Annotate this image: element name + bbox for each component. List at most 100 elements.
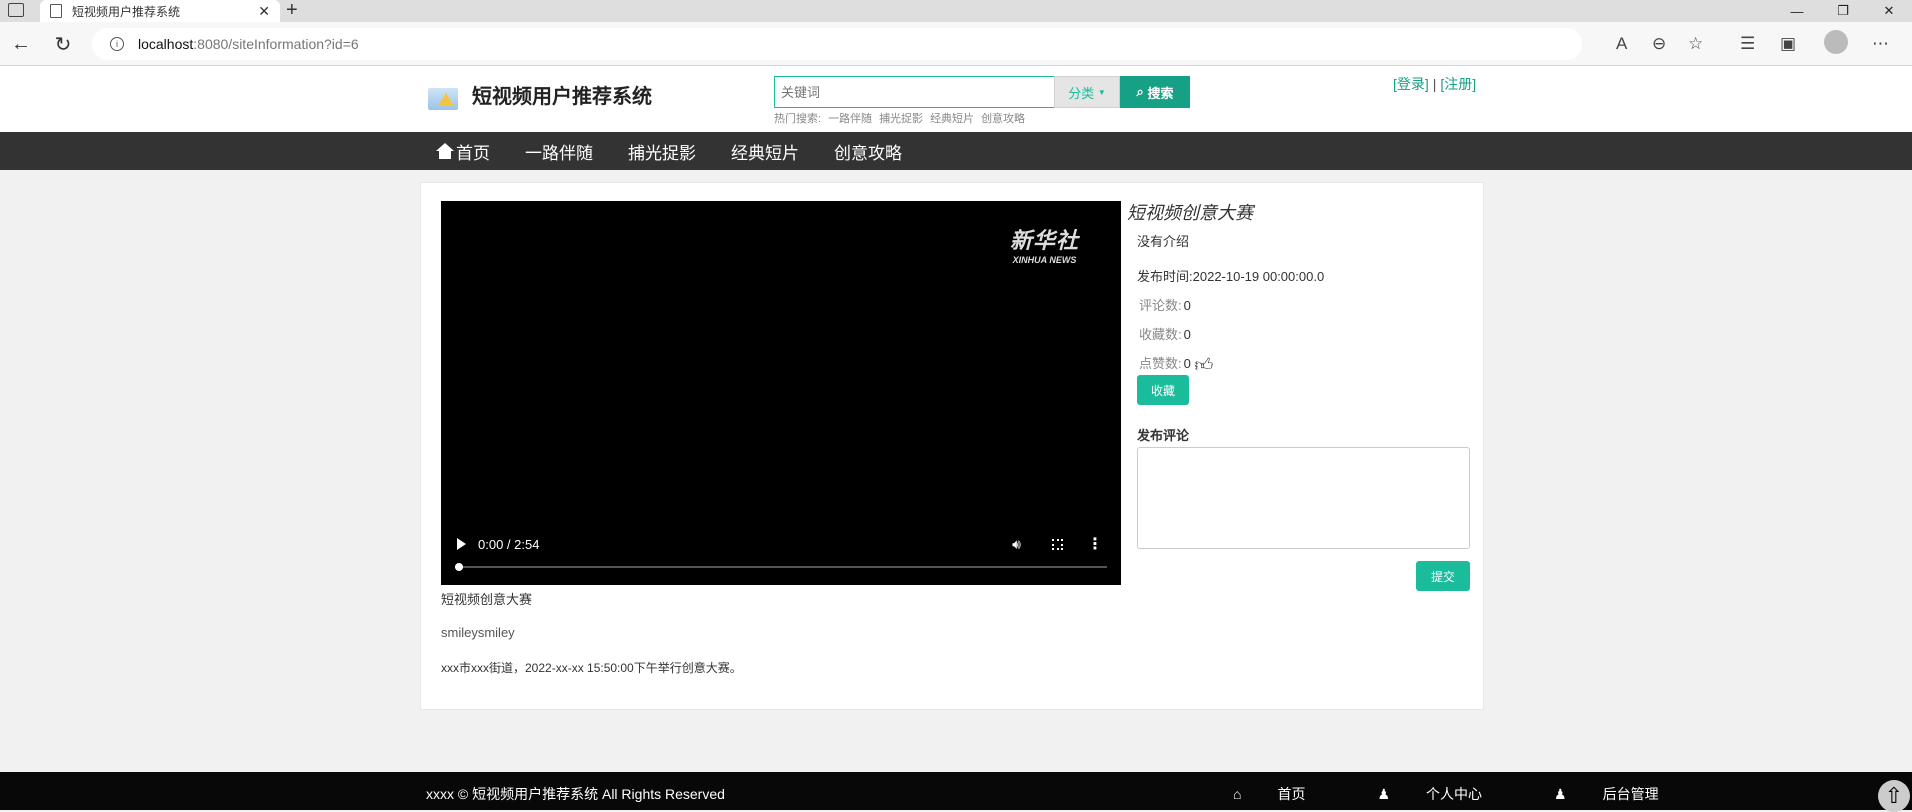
auth-links: [登录] | [注册] bbox=[1393, 74, 1476, 94]
submit-button[interactable]: 提交 bbox=[1416, 561, 1470, 591]
copyright: xxxx © 短视频用户推荐系统 All Rights Reserved bbox=[426, 786, 725, 802]
tab-title: 短视频用户推荐系统 bbox=[72, 4, 181, 19]
comment-count: 评论数: 0 bbox=[1139, 295, 1324, 314]
back-to-top-icon[interactable]: ⇧ bbox=[1878, 780, 1910, 812]
search-button-label: 搜索 bbox=[1147, 85, 1174, 101]
footer-link-label: 后台管理 bbox=[1602, 786, 1659, 802]
info-column: 短视频创意大赛 没有介绍 发布时间:2022-10-19 00:00:00.0 … bbox=[1127, 199, 1324, 376]
register-link[interactable]: [注册] bbox=[1440, 76, 1476, 92]
site-info-icon[interactable]: i bbox=[110, 37, 124, 51]
watermark-en: XINHUA NEWS bbox=[1012, 255, 1077, 265]
video-description: xxx市xxx街道，2022-xx-xx 15:50:00下午举行创意大赛。 bbox=[441, 661, 742, 675]
like-count-value: 0 bbox=[1183, 356, 1191, 371]
video-time: 0:00 / 2:54 bbox=[478, 536, 540, 552]
collections-icon[interactable]: ▣ bbox=[1780, 34, 1796, 54]
smiley-image: smiley bbox=[477, 625, 515, 640]
new-tab-icon[interactable]: + bbox=[286, 0, 298, 22]
search-button[interactable]: ⌕ 搜索 bbox=[1120, 76, 1190, 108]
search-input[interactable] bbox=[774, 76, 1054, 108]
url-host: localhost bbox=[138, 36, 194, 52]
favorite-count-label: 收藏数: bbox=[1139, 327, 1182, 342]
like-count-label: 点赞数: bbox=[1139, 356, 1182, 371]
zoom-out-icon[interactable]: ⊖ bbox=[1652, 34, 1666, 54]
thumbs-up-icon[interactable]: 👍︎ bbox=[1194, 354, 1213, 376]
nav-item-creative[interactable]: 创意攻略 bbox=[834, 139, 902, 164]
minimize-icon[interactable]: — bbox=[1774, 0, 1820, 22]
video-progress-handle[interactable] bbox=[455, 563, 463, 571]
smiley-image: smiley bbox=[441, 625, 478, 640]
info-title: 短视频创意大赛 bbox=[1127, 203, 1253, 223]
page-icon bbox=[50, 4, 62, 18]
close-tab-icon[interactable]: ✕ bbox=[258, 3, 270, 20]
favorite-count-value: 0 bbox=[1183, 327, 1191, 342]
footer-link-label: 首页 bbox=[1277, 786, 1306, 802]
profile-avatar[interactable] bbox=[1824, 30, 1848, 54]
site-logo bbox=[428, 88, 458, 110]
comment-label: 发布评论 bbox=[1137, 428, 1190, 443]
hot-label: 热门搜索: bbox=[774, 113, 822, 125]
video-caption: 短视频创意大赛 bbox=[441, 592, 533, 607]
favorites-icon[interactable]: ☰ bbox=[1740, 34, 1755, 54]
comment-count-value: 0 bbox=[1183, 298, 1191, 313]
video-progress[interactable] bbox=[455, 563, 1107, 571]
home-icon bbox=[436, 143, 454, 159]
browser-tab[interactable]: 短视频用户推荐系统 ✕ bbox=[40, 0, 280, 22]
browser-tabbar: 短视频用户推荐系统 ✕ + — ❐ ✕ bbox=[0, 0, 1912, 22]
comment-textarea[interactable] bbox=[1137, 447, 1470, 549]
nav-item-label: 首页 bbox=[456, 143, 490, 163]
more-menu-icon[interactable]: ⋯ bbox=[1872, 34, 1889, 54]
more-options-icon[interactable]: ⋮ bbox=[1087, 534, 1103, 554]
favorite-button[interactable]: 收藏 bbox=[1137, 375, 1189, 405]
footer-link-admin[interactable]: ♟ 后台管理 bbox=[1554, 784, 1695, 804]
video-controls: 0:00 / 2:54 🔊︎ ⋮ bbox=[441, 533, 1121, 555]
category-label: 分类 bbox=[1068, 85, 1095, 101]
auth-separator: | bbox=[1432, 76, 1437, 92]
publish-date-label: 发布时间: bbox=[1137, 269, 1193, 284]
volume-icon[interactable]: 🔊︎ bbox=[1012, 536, 1021, 553]
window-close-icon[interactable]: ✕ bbox=[1866, 0, 1912, 22]
caret-down-icon: ▼ bbox=[1097, 87, 1106, 97]
back-icon[interactable]: ← bbox=[10, 33, 32, 55]
nav-item-photography[interactable]: 捕光捉影 bbox=[628, 139, 696, 164]
address-toolbar: ← ↻ i localhost:8080/siteInformation?id=… bbox=[0, 22, 1912, 66]
user-icon: ♟ bbox=[1377, 786, 1391, 802]
search-icon: ⌕ bbox=[1136, 84, 1144, 99]
info-intro: 没有介绍 bbox=[1137, 234, 1190, 249]
hot-searches: 热门搜索: 一路伴随 捕光捉影 经典短片 创意攻略 bbox=[774, 110, 1025, 126]
footer-link-home[interactable]: ⌂ 首页 bbox=[1233, 784, 1341, 804]
add-favorite-icon[interactable]: ☆ bbox=[1688, 34, 1703, 54]
fullscreen-icon[interactable] bbox=[1052, 538, 1063, 550]
site-footer: xxxx © 短视频用户推荐系统 All Rights Reserved ⌂ 首页… bbox=[0, 772, 1912, 812]
comment-count-label: 评论数: bbox=[1139, 298, 1182, 313]
home-icon: ⌂ bbox=[1233, 786, 1242, 802]
tab-actions-icon[interactable] bbox=[8, 3, 24, 17]
watermark-cn: 新华社 bbox=[1009, 228, 1079, 253]
nav-item-classic[interactable]: 经典短片 bbox=[731, 139, 799, 164]
nav-item-companion[interactable]: 一路伴随 bbox=[525, 139, 593, 164]
refresh-icon[interactable]: ↻ bbox=[52, 33, 74, 56]
site-header: 短视频用户推荐系统 分类 ▼ ⌕ 搜索 热门搜索: 一路伴随 捕光捉影 经典短片… bbox=[0, 66, 1912, 132]
search-bar: 分类 ▼ ⌕ 搜索 bbox=[774, 76, 1190, 108]
play-icon[interactable] bbox=[457, 538, 466, 550]
hot-item[interactable]: 一路伴随 bbox=[828, 110, 872, 126]
window-controls: — ❐ ✕ bbox=[1774, 0, 1912, 22]
like-count: 点赞数: 0 👍︎ bbox=[1139, 353, 1324, 376]
main-nav: 首页 一路伴随 捕光捉影 经典短片 创意攻略 bbox=[0, 132, 1912, 170]
login-link[interactable]: [登录] bbox=[1393, 76, 1429, 92]
restore-icon[interactable]: ❐ bbox=[1820, 0, 1866, 22]
user-icon: ♟ bbox=[1554, 786, 1567, 802]
video-player[interactable]: 新华社 XINHUA NEWS 0:00 / 2:54 🔊︎ ⋮ bbox=[441, 201, 1121, 585]
hot-item[interactable]: 经典短片 bbox=[930, 110, 974, 126]
read-aloud-icon[interactable]: A bbox=[1616, 34, 1627, 54]
footer-links: ⌂ 首页 ♟ 个人中心 ♟ 后台管理 bbox=[1233, 784, 1731, 804]
url-bar[interactable]: i localhost:8080/siteInformation?id=6 bbox=[92, 28, 1582, 60]
hot-item[interactable]: 创意攻略 bbox=[981, 110, 1025, 126]
category-dropdown[interactable]: 分类 ▼ bbox=[1054, 76, 1120, 108]
publish-date: 发布时间:2022-10-19 00:00:00.0 bbox=[1137, 266, 1324, 285]
footer-link-profile[interactable]: ♟ 个人中心 bbox=[1377, 784, 1518, 804]
smiley-images: smileysmiley bbox=[441, 625, 515, 640]
hot-item[interactable]: 捕光捉影 bbox=[879, 110, 923, 126]
site-title: 短视频用户推荐系统 bbox=[472, 86, 652, 108]
nav-item-home[interactable]: 首页 bbox=[436, 139, 490, 164]
detail-panel: 新华社 XINHUA NEWS 0:00 / 2:54 🔊︎ ⋮ 短视频创意大赛… bbox=[420, 182, 1484, 710]
